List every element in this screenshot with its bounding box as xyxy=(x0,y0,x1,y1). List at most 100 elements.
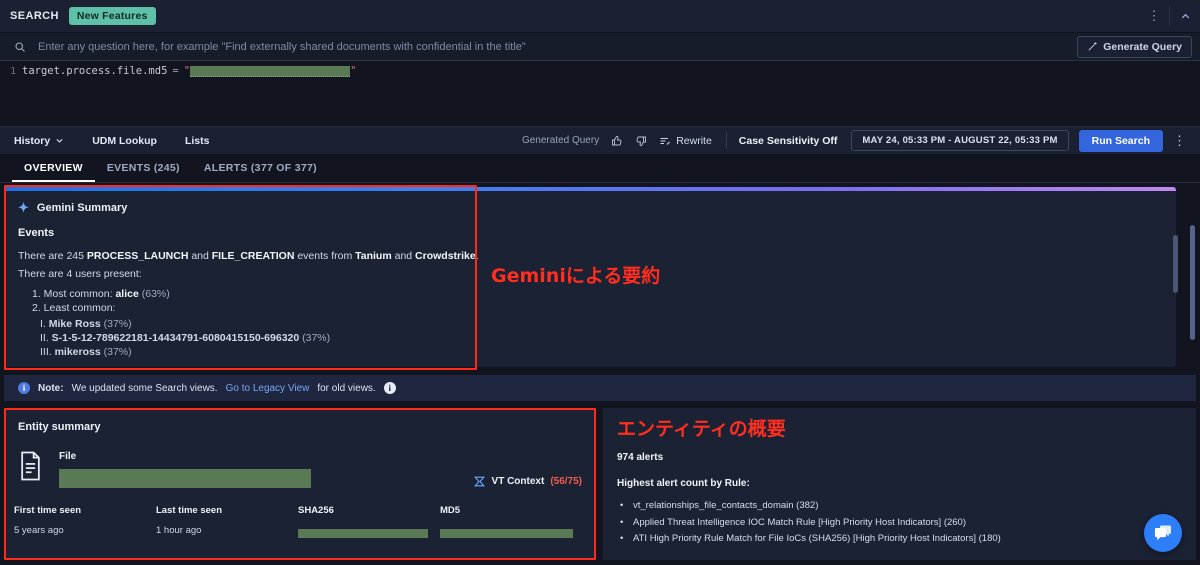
tab-events[interactable]: EVENTS (245) xyxy=(95,162,192,182)
sub-iii-value: mikeross xyxy=(54,346,101,359)
field-key: MD5 xyxy=(440,505,461,516)
rewrite-icon xyxy=(660,137,671,145)
page-scrollbar-thumb[interactable] xyxy=(1190,225,1195,340)
virustotal-icon xyxy=(473,476,485,487)
event-type-2: FILE_CREATION xyxy=(211,250,295,262)
gemini-user-list: 1. Most common: alice (63%) 2. Least com… xyxy=(18,287,1160,315)
annotation-label-entity: エンティティの概要 xyxy=(617,418,786,440)
rewrite-label: Rewrite xyxy=(676,134,712,147)
list-item-least-common: 2. Least common: xyxy=(32,301,116,314)
file-icon xyxy=(18,451,43,486)
info-icon[interactable]: i xyxy=(383,382,396,394)
alerts-rules-heading: Highest alert count by Rule: xyxy=(617,478,750,489)
query-quote-close: " xyxy=(350,65,357,77)
entity-field-grid: First time seen 5 years ago Last time se… xyxy=(4,488,596,543)
list-item: II. S-1-5-12-789622181-14434791-60804151… xyxy=(40,331,1160,345)
line-number: 1 xyxy=(10,65,16,77)
tab-overview[interactable]: OVERVIEW xyxy=(12,162,95,182)
source-1: Tanium xyxy=(355,250,392,262)
list-item-most-common: 1. Most common: alice (63%) xyxy=(32,287,1160,301)
inner-scrollbar-thumb[interactable] xyxy=(1173,235,1178,293)
entity-file-row: File VT Context (56/75) xyxy=(4,433,596,488)
vt-context-link[interactable]: VT Context (56/75) xyxy=(473,451,582,488)
sub-ii-value: S-1-5-12-789622181-14434791-6080415150-6… xyxy=(51,332,300,345)
chat-support-button[interactable] xyxy=(1144,514,1182,552)
field-key: SHA256 xyxy=(298,505,334,516)
sub-ii-pct: (37%) xyxy=(299,332,331,345)
thumbs-up-icon[interactable] xyxy=(611,135,623,147)
alerts-total-count: 974 alerts xyxy=(617,452,664,463)
lists-button[interactable]: Lists xyxy=(185,135,210,147)
field-key: First time seen xyxy=(14,505,82,516)
entity-field-last-seen: Last time seen 1 hour ago xyxy=(156,505,298,543)
case-sensitivity-toggle[interactable]: Case Sensitivity Off xyxy=(739,135,838,147)
rewrite-button[interactable]: Rewrite xyxy=(659,135,712,147)
more-vertical-icon[interactable]: ⋮ xyxy=(1163,133,1192,149)
page-title: SEARCH xyxy=(10,10,59,22)
query-action-bar: History UDM Lookup Lists Generated Query… xyxy=(0,127,1200,155)
thumbs-down-icon[interactable] xyxy=(635,135,647,147)
most-common-user: alice xyxy=(115,287,139,300)
query-operator-token: = xyxy=(172,65,179,77)
redacted-md5-value xyxy=(440,529,573,539)
gemini-summary-section: ✦ Gemini Summary Events There are 245 PR… xyxy=(0,183,1200,375)
vt-context-label: VT Context xyxy=(491,476,545,487)
entity-file-field: File xyxy=(59,451,311,488)
annotation-label-gemini: Geminiによる要約 xyxy=(491,265,661,287)
file-label: File xyxy=(59,451,77,462)
bottom-panels: Entity summary File VT Context (56/75) F… xyxy=(0,408,1200,560)
udm-lookup-button[interactable]: UDM Lookup xyxy=(92,135,157,147)
sub-iii-num: III. xyxy=(40,346,55,359)
query-editor[interactable]: 1 target.process.file.md5 = " " xyxy=(0,61,1200,127)
most-common-label: 1. Most common: xyxy=(32,287,116,300)
alerts-rule-list: vt_relationships_file_contacts_domain (3… xyxy=(617,498,1196,548)
note-text: We updated some Search views. xyxy=(71,382,218,394)
new-features-badge[interactable]: New Features xyxy=(68,7,156,25)
note-bold: Note: xyxy=(38,382,64,394)
vt-context-count: (56/75) xyxy=(550,476,582,487)
info-icon: i xyxy=(18,382,30,394)
legacy-view-link[interactable]: Go to Legacy View xyxy=(226,383,310,394)
tab-alerts[interactable]: ALERTS (377 OF 377) xyxy=(192,162,329,182)
events-sentence-pre: There are 245 xyxy=(18,250,87,262)
gemini-least-common-sublist: I. Mike Ross (37%) II. S-1-5-12-78962218… xyxy=(18,317,1160,360)
history-button[interactable]: History xyxy=(14,135,64,147)
search-input[interactable] xyxy=(38,40,1078,53)
chevron-down-icon xyxy=(56,138,63,143)
generate-query-label: Generate Query xyxy=(1103,40,1182,53)
generated-query-label: Generated Query xyxy=(521,135,600,146)
divider xyxy=(725,132,727,149)
sub-ii-num: II. xyxy=(40,332,52,345)
query-action-bar-right: Generated Query Rewrite Case Sensitivity… xyxy=(521,129,1192,152)
more-vertical-icon[interactable]: ⋮ xyxy=(1139,0,1169,32)
history-label: History xyxy=(14,134,51,147)
source-2: Crowdstrike xyxy=(415,250,476,262)
note-tail: for old views. xyxy=(317,382,376,394)
run-search-button[interactable]: Run Search xyxy=(1078,129,1163,152)
chevron-up-icon[interactable] xyxy=(1170,0,1200,32)
query-field-token: target.process.file.md5 xyxy=(22,65,168,77)
event-type-1: PROCESS_LAUNCH xyxy=(86,250,189,262)
legacy-view-note: i Note: We updated some Search views. Go… xyxy=(4,375,1196,401)
natural-language-search-bar: Generate Query xyxy=(0,33,1200,61)
generate-query-button[interactable]: Generate Query xyxy=(1077,35,1192,58)
top-bar: SEARCH New Features ⋮ xyxy=(0,0,1200,33)
redacted-file-value xyxy=(59,469,311,488)
sub-i-pct: (37%) xyxy=(100,317,132,330)
date-range-picker[interactable]: MAY 24, 05:33 PM - AUGUST 22, 05:33 PM xyxy=(851,130,1069,151)
field-value: 1 hour ago xyxy=(156,525,202,536)
chat-bubble-icon xyxy=(1154,525,1171,541)
entity-summary-title: Entity summary xyxy=(18,421,101,433)
list-item: ATI High Priority Rule Match for File Io… xyxy=(617,531,1196,548)
gemini-sparkle-icon: ✦ xyxy=(18,200,29,215)
alerts-summary-panel: エンティティの概要 974 alerts Highest alert count… xyxy=(603,408,1196,560)
result-tabs: OVERVIEW EVENTS (245) ALERTS (377 OF 377… xyxy=(0,155,1200,183)
list-item: vt_relationships_file_contacts_domain (3… xyxy=(617,498,1196,515)
events-sentence-mid3: and xyxy=(391,250,416,262)
entity-field-first-seen: First time seen 5 years ago xyxy=(14,505,156,543)
sub-i-value: Mike Ross xyxy=(48,317,101,330)
redacted-query-value xyxy=(190,65,351,77)
field-key: Last time seen xyxy=(156,505,222,516)
list-item: I. Mike Ross (37%) xyxy=(40,317,1160,331)
query-line[interactable]: 1 target.process.file.md5 = " " xyxy=(0,61,1200,78)
